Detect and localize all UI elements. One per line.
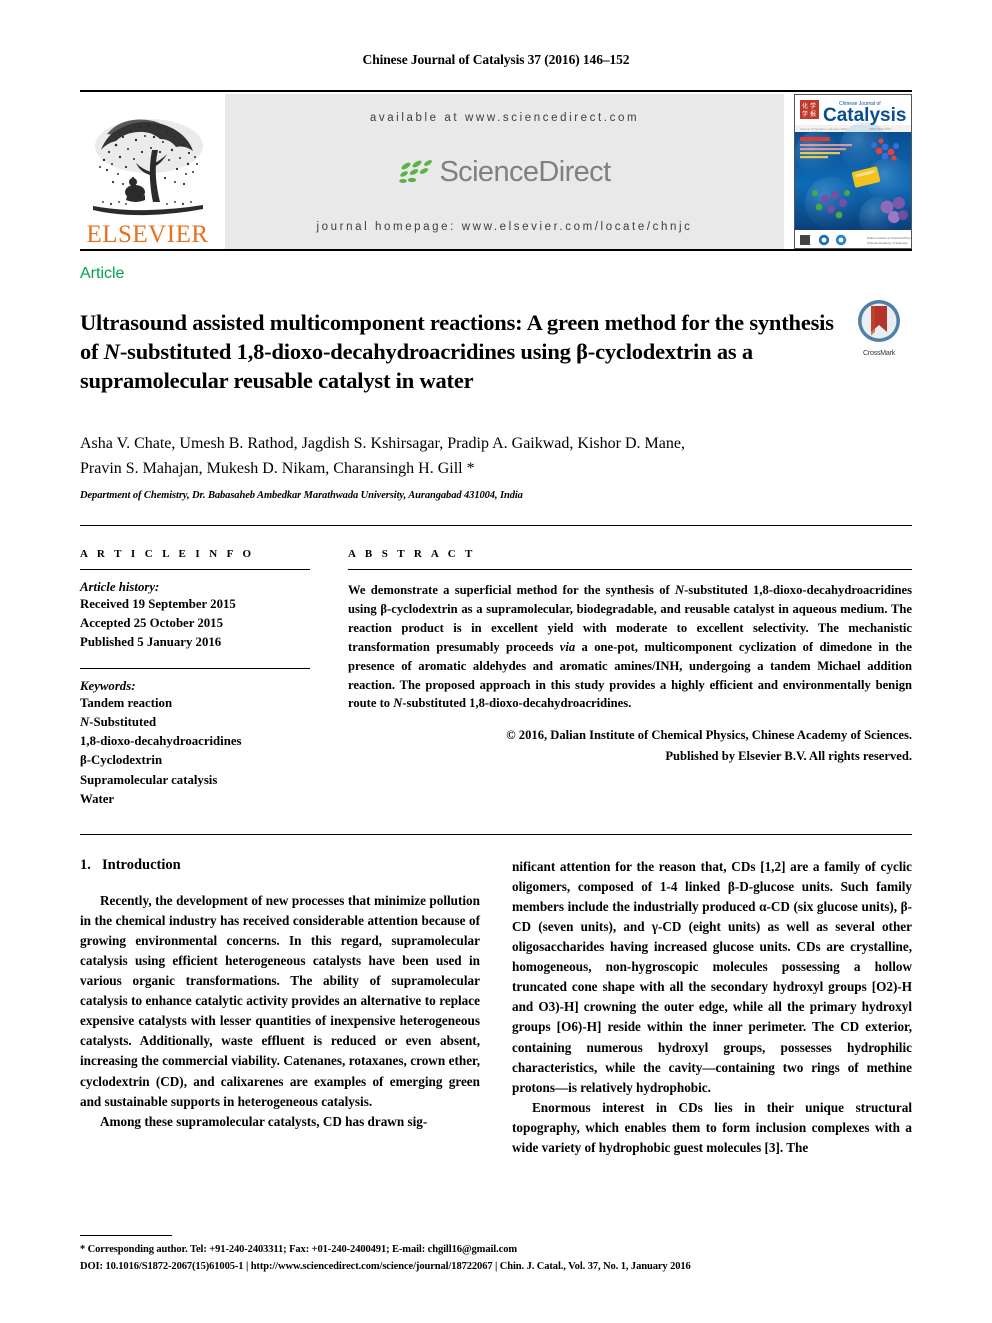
copyright-line-1: © 2016, Dalian Institute of Chemical Phy… xyxy=(506,727,912,742)
crossmark-label: CrossMark xyxy=(862,350,896,357)
affiliation: Department of Chemistry, Dr. Babasaheb A… xyxy=(80,490,523,502)
svg-text:化: 化 xyxy=(802,102,808,110)
author-line-1: Asha V. Chate, Umesh B. Rathod, Jagdish … xyxy=(80,434,685,452)
elsevier-tree-icon xyxy=(89,112,207,224)
abstract-italic-n2: N xyxy=(393,696,403,711)
history-received: Received 19 September 2015 xyxy=(80,597,236,612)
title-part-2: -substituted 1,8-dioxo-decahydroacridine… xyxy=(80,338,753,393)
article-info-heading: A R T I C L E I N F O xyxy=(80,548,255,561)
doi-line: DOI: 10.1016/S1872-2067(15)61005-1 | htt… xyxy=(80,1261,691,1272)
available-at-text: available at www.sciencedirect.com xyxy=(369,112,640,124)
article-page: Chinese Journal of Catalysis 37 (2016) 1… xyxy=(0,0,992,1323)
sciencedirect-banner: available at www.sciencedirect.com Scien… xyxy=(225,94,784,249)
sciencedirect-leaves-icon xyxy=(398,159,433,186)
journal-homepage-text: journal homepage: www.elsevier.com/locat… xyxy=(316,221,693,233)
svg-text:Chinese Academy of Sciences: Chinese Academy of Sciences xyxy=(867,241,908,245)
info-abstract-section: A R T I C L E I N F O Article history: R… xyxy=(80,548,912,809)
abstract-seg-g: -substituted 1,8-dioxo-decahydroacridine… xyxy=(402,696,632,711)
keyword-item: 1,8-dioxo-decahydroacridines xyxy=(80,734,242,749)
svg-text:报: 报 xyxy=(810,110,816,118)
masthead-top-rule xyxy=(80,90,912,92)
author-list: Asha V. Chate, Umesh B. Rathod, Jagdish … xyxy=(80,431,912,482)
abstract-italic-n1: N xyxy=(674,583,685,598)
article-type-label: Article xyxy=(80,265,125,282)
abstract-seg-a: We demonstrate a superficial method for … xyxy=(348,583,675,598)
body-paragraph: Among these supramolecular catalysts, CD… xyxy=(100,1113,428,1129)
body-left-column: 1. Introduction Recently, the development… xyxy=(80,857,480,1158)
page-title: Ultrasound assisted multicomponent react… xyxy=(80,309,846,395)
abstract-text: We demonstrate a superficial method for … xyxy=(348,581,912,713)
page-footer: * Corresponding author. Tel: +91-240-240… xyxy=(80,1235,912,1275)
running-head: Chinese Journal of Catalysis 37 (2016) 1… xyxy=(362,52,630,67)
keyword-item: Tandem reaction xyxy=(80,695,173,710)
abstract-heading: A B S T R A C T xyxy=(348,548,476,561)
sciencedirect-logo[interactable]: ScienceDirect xyxy=(398,156,611,189)
body-paragraph: Recently, the development of new process… xyxy=(80,892,480,1109)
svg-text:学: 学 xyxy=(802,110,808,118)
svg-text:Volume 37 Number 1 January 2: Volume 37 Number 1 January 2016 xyxy=(800,127,848,131)
elsevier-wordmark: ELSEVIER xyxy=(86,221,209,248)
copyright-line-2: Published by Elsevier B.V. All rights re… xyxy=(665,748,912,763)
corresponding-author-note: * Corresponding author. Tel: +91-240-240… xyxy=(80,1244,517,1255)
article-history-label: Article history: xyxy=(80,580,160,595)
keyword-item: β-Cyclodextrin xyxy=(80,753,163,768)
body-top-rule xyxy=(80,833,912,835)
author-line-2: Pravin S. Mahajan, Mukesh D. Nikam, Char… xyxy=(80,459,475,477)
masthead: ELSEVIER available at www.sciencedirect.… xyxy=(80,94,912,249)
body-columns: 1. Introduction Recently, the development… xyxy=(80,857,912,1158)
section-title: Introduction xyxy=(102,856,181,873)
crossmark-icon xyxy=(858,300,900,342)
footer-rule xyxy=(80,1235,172,1236)
title-italic-n: N xyxy=(103,338,120,364)
body-paragraph: Enormous interest in CDs lies in their u… xyxy=(512,1099,912,1155)
history-published: Published 5 January 2016 xyxy=(80,634,222,649)
article-info-column: A R T I C L E I N F O Article history: R… xyxy=(80,548,310,809)
elsevier-logo: ELSEVIER xyxy=(80,94,215,249)
crossmark-badge[interactable]: CrossMark xyxy=(846,294,912,357)
keywords-label: Keywords: xyxy=(80,678,136,693)
title-row: Ultrasound assisted multicomponent react… xyxy=(80,294,912,411)
section-number: 1. xyxy=(80,856,91,873)
article-info-rule xyxy=(80,569,310,571)
body-paragraph: nificant attention for the reason that, … xyxy=(512,858,912,1095)
keyword-item: Supramolecular catalysis xyxy=(80,772,218,787)
keyword-item: Water xyxy=(80,791,115,806)
abstract-rule xyxy=(348,569,912,571)
abstract-column: A B S T R A C T We demonstrate a superfi… xyxy=(348,548,912,809)
keyword-item: N-Substituted xyxy=(80,715,157,730)
masthead-bottom-rule xyxy=(80,249,912,251)
svg-text:学: 学 xyxy=(810,102,816,110)
svg-text:Dalian Institute of Chemical P: Dalian Institute of Chemical Physics xyxy=(867,236,912,240)
body-right-column: nificant attention for the reason that, … xyxy=(512,857,912,1158)
info-section-top-rule xyxy=(80,525,912,527)
journal-cover-thumbnail[interactable]: 化学 学报 Chinese Journal of Catalysis Volum… xyxy=(794,94,912,249)
history-accepted: Accepted 25 October 2015 xyxy=(80,615,223,630)
keywords-rule xyxy=(80,667,310,669)
abstract-italic-via: via xyxy=(559,639,576,654)
sciencedirect-wordmark: ScienceDirect xyxy=(439,156,611,188)
section-heading-introduction: 1. Introduction xyxy=(80,857,480,874)
